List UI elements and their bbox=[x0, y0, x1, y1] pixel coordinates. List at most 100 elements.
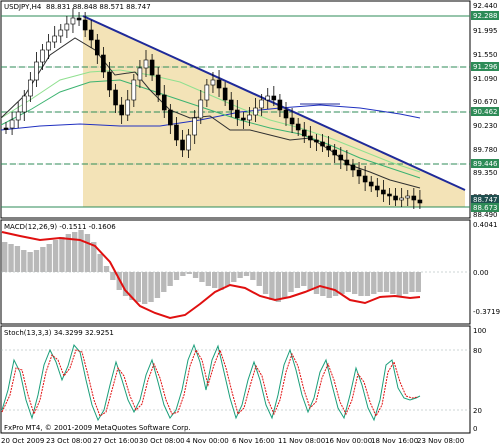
price-tick: 89.350 bbox=[473, 169, 498, 177]
candle-body bbox=[375, 185, 380, 191]
candle-body bbox=[289, 117, 295, 125]
candle-body bbox=[405, 195, 411, 199]
macd-bar bbox=[161, 272, 167, 292]
macd-bar bbox=[231, 272, 237, 282]
candle-body bbox=[101, 54, 106, 73]
candle-body bbox=[58, 29, 64, 37]
candle-body bbox=[3, 127, 9, 130]
time-tick: 16 Nov 00:00 bbox=[325, 437, 372, 445]
candle-body bbox=[52, 35, 57, 43]
macd-bar bbox=[33, 250, 40, 272]
macd-bar bbox=[173, 272, 180, 280]
candle-body bbox=[253, 107, 258, 116]
candle-body bbox=[350, 164, 356, 171]
macd-bar bbox=[52, 240, 59, 272]
macd-bar bbox=[358, 272, 364, 296]
candle-body bbox=[28, 79, 33, 97]
macd-bar bbox=[313, 272, 320, 294]
macd-bar bbox=[2, 242, 8, 272]
time-tick: 23 Nov 08:00 bbox=[417, 437, 464, 445]
symbol-caption: USDJPY,H4 bbox=[4, 3, 42, 11]
macd-bar bbox=[21, 250, 27, 272]
candle-body bbox=[265, 95, 271, 101]
macd-caption: MACD(12,26,9) -0.1511 -0.1606 bbox=[4, 223, 116, 231]
candle-body bbox=[362, 175, 368, 183]
stoch-tick: 20 bbox=[473, 407, 482, 415]
macd-bar bbox=[46, 244, 52, 272]
candle-body bbox=[143, 59, 149, 69]
macd-bar bbox=[243, 272, 250, 276]
candle-body bbox=[326, 145, 331, 151]
macd-bar bbox=[84, 234, 91, 272]
macd-bar bbox=[269, 272, 275, 300]
price-tick: 90.230 bbox=[473, 122, 498, 130]
macd-bar bbox=[383, 272, 390, 292]
candle-body bbox=[113, 89, 118, 106]
copyright-note: FxPro MT4, © 2001-2009 MetaQuotes Softwa… bbox=[4, 424, 191, 432]
time-tick: 20 Oct 2009 bbox=[1, 437, 44, 445]
macd-bar bbox=[294, 272, 301, 288]
ohlc-readout: 88.831 88.848 88.571 88.747 bbox=[46, 3, 151, 11]
candle-body bbox=[259, 99, 264, 109]
candle-body bbox=[76, 17, 82, 21]
candle-body bbox=[368, 181, 374, 187]
macd-bar bbox=[288, 272, 294, 292]
macd-bar bbox=[301, 272, 307, 286]
macd-bar bbox=[409, 272, 415, 292]
macd-bar bbox=[8, 244, 14, 272]
macd-bar bbox=[180, 272, 186, 276]
macd-bar bbox=[396, 272, 402, 296]
price-tick: 91.995 bbox=[473, 27, 498, 35]
candle-body bbox=[15, 111, 21, 121]
price-tick: 91.090 bbox=[473, 75, 498, 83]
candle-body bbox=[131, 79, 137, 101]
time-tick: 11 Nov 08:00 bbox=[278, 437, 325, 445]
price-tick: 90.670 bbox=[473, 98, 498, 106]
candle-body bbox=[34, 61, 39, 81]
candle-body bbox=[204, 84, 210, 101]
candle-body bbox=[21, 95, 27, 113]
macd-bar bbox=[148, 272, 154, 302]
candle-body bbox=[107, 71, 112, 91]
macd-bar bbox=[256, 272, 262, 286]
macd-bar bbox=[212, 272, 218, 288]
stoch-tick: 80 bbox=[473, 347, 482, 355]
candle-body bbox=[393, 195, 398, 201]
candle-body bbox=[64, 23, 70, 31]
trading-chart[interactable]: USDJPY,H4 88.831 88.848 88.571 88.747 92… bbox=[0, 0, 500, 447]
candle-body bbox=[95, 39, 100, 56]
macd-bar bbox=[78, 230, 84, 272]
macd-bar bbox=[142, 272, 148, 304]
stoch-caption: Stoch(13,3,3) 34.3299 32.9251 bbox=[4, 329, 114, 337]
macd-tick: 0.00 bbox=[473, 269, 489, 277]
candle-body bbox=[320, 141, 325, 147]
macd-bar bbox=[377, 272, 383, 292]
candle-body bbox=[198, 99, 204, 119]
macd-bar bbox=[415, 272, 421, 292]
macd-bar bbox=[103, 266, 110, 272]
candle-body bbox=[399, 197, 404, 201]
macd-bar bbox=[237, 272, 243, 278]
candle-body bbox=[174, 124, 179, 141]
candle-body bbox=[338, 154, 344, 161]
time-axis: 20 Oct 2009 23 Oct 08:00 27 Oct 16:00 30… bbox=[1, 437, 464, 445]
stoch-tick: 100 bbox=[473, 327, 486, 335]
macd-bar bbox=[59, 237, 65, 272]
candle-body bbox=[82, 19, 88, 31]
macd-bar bbox=[352, 272, 358, 294]
macd-tick: -0.3719 bbox=[473, 308, 500, 316]
time-tick: 23 Oct 08:00 bbox=[46, 437, 92, 445]
macd-bar bbox=[262, 272, 269, 294]
time-tick: 30 Oct 08:00 bbox=[139, 437, 185, 445]
macd-bar bbox=[320, 272, 326, 296]
badge-label: 92.288 bbox=[473, 12, 498, 20]
stoch-tick: 0 bbox=[473, 425, 477, 433]
badge-label: 90.462 bbox=[473, 108, 498, 116]
candle-body bbox=[168, 109, 173, 126]
macd-bar bbox=[250, 272, 256, 280]
candle-body bbox=[40, 49, 45, 63]
macd-bar bbox=[275, 272, 281, 302]
candle-body bbox=[119, 104, 124, 116]
candle-body bbox=[387, 193, 392, 197]
candle-body bbox=[180, 139, 185, 151]
